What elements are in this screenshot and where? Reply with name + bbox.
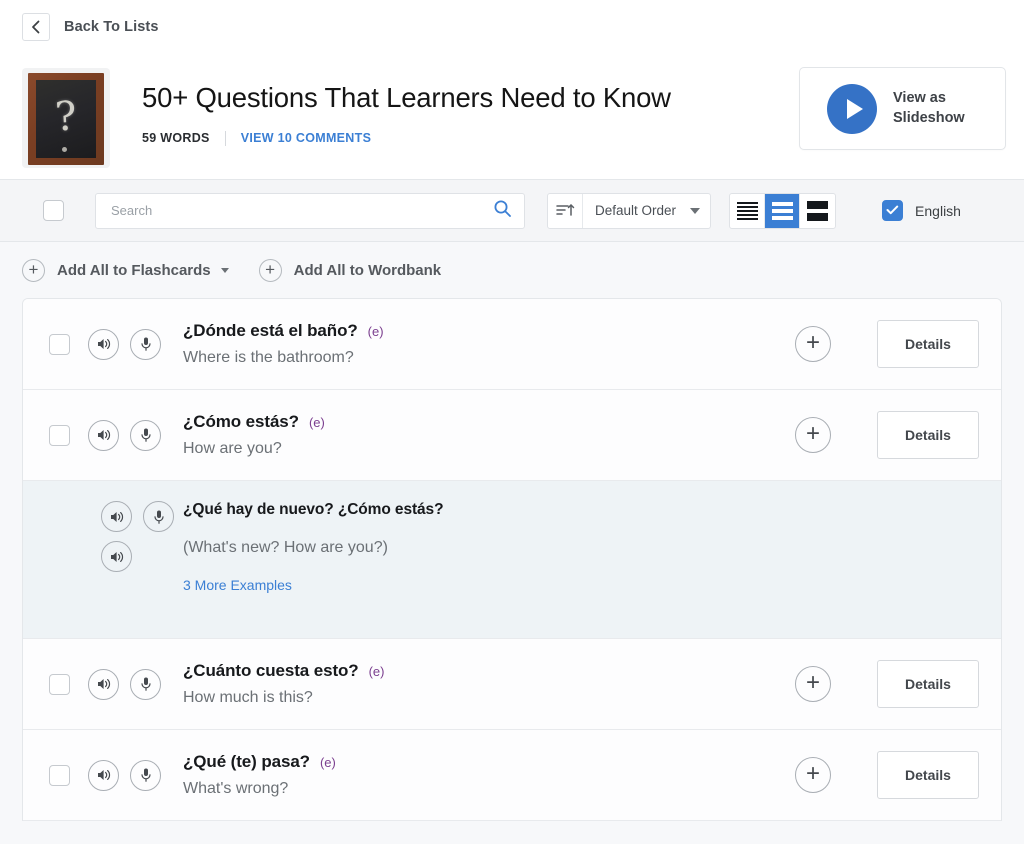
- translation-text: How much is this?: [183, 689, 313, 706]
- details-button[interactable]: Details: [877, 751, 979, 799]
- microphone-icon[interactable]: [130, 759, 161, 791]
- chevron-left-icon: [31, 20, 41, 34]
- term-tag: (e): [319, 755, 336, 770]
- term-tag: (e): [367, 324, 384, 339]
- term-text: ¿Cómo estás?: [183, 412, 299, 431]
- row-select-checkbox[interactable]: [49, 333, 70, 355]
- vocabulary-list: ¿Dónde está el baño? (e) Where is the ba…: [22, 298, 1002, 821]
- term-tag: (e): [368, 664, 385, 679]
- add-to-flashcards-button[interactable]: [795, 757, 831, 793]
- details-button[interactable]: Details: [877, 411, 979, 459]
- speaker-icon[interactable]: [88, 328, 119, 360]
- row-select-checkbox[interactable]: [49, 673, 70, 695]
- details-button[interactable]: Details: [877, 660, 979, 708]
- list-thumbnail: ?: [22, 68, 110, 168]
- list-meta: 59 WORDS VIEW 10 COMMENTS: [142, 130, 671, 146]
- plus-icon: [22, 258, 45, 282]
- english-toggle[interactable]: English: [882, 200, 961, 221]
- add-to-flashcards-button[interactable]: [795, 326, 831, 362]
- chevron-down-icon[interactable]: [220, 267, 229, 273]
- sort-order-dropdown[interactable]: Default Order: [547, 192, 712, 229]
- table-row[interactable]: ¿Cómo estás? (e) How are you? Details: [23, 390, 1001, 481]
- microphone-icon[interactable]: [130, 328, 161, 360]
- microphone-icon[interactable]: [143, 501, 174, 532]
- term-text: ¿Qué hay de nuevo? ¿Cómo estás?: [183, 501, 444, 518]
- list-header: ? 50+ Questions That Learners Need to Kn…: [0, 54, 1024, 180]
- row-select-checkbox[interactable]: [49, 424, 70, 446]
- search-icon[interactable]: [493, 199, 512, 223]
- compact-rows-icon: [736, 201, 758, 220]
- row-select-checkbox[interactable]: [49, 764, 70, 786]
- speaker-icon[interactable]: [88, 759, 119, 791]
- slideshow-label: View as Slideshow: [893, 89, 965, 128]
- translation-text: How are you?: [183, 440, 282, 457]
- translation-text: What's wrong?: [183, 780, 289, 797]
- search-field[interactable]: [95, 192, 525, 229]
- term-tag: (e): [308, 415, 325, 430]
- view-comments-link[interactable]: VIEW 10 COMMENTS: [241, 131, 372, 145]
- table-row[interactable]: ¿Dónde está el baño? (e) Where is the ba…: [23, 299, 1001, 390]
- medium-rows-icon: [771, 201, 793, 220]
- english-checkbox[interactable]: [882, 200, 904, 221]
- back-bar: Back To Lists: [0, 0, 1024, 54]
- speaker-icon[interactable]: [101, 501, 132, 532]
- view-mode-compact-button[interactable]: [730, 193, 766, 228]
- view-mode-large-button[interactable]: [800, 194, 835, 228]
- more-examples-link[interactable]: 3 More Examples: [183, 577, 292, 593]
- check-icon: [886, 202, 899, 220]
- microphone-icon[interactable]: [130, 668, 161, 700]
- term-text: ¿Dónde está el baño?: [183, 321, 358, 340]
- plus-icon: [258, 258, 282, 282]
- view-mode-medium-button[interactable]: [765, 193, 801, 228]
- table-row-expanded[interactable]: ¿Qué hay de nuevo? ¿Cómo estás? (What's …: [23, 481, 1001, 639]
- slideshow-label-line1: View as: [893, 89, 946, 106]
- table-row[interactable]: ¿Cuánto cuesta esto? (e) How much is thi…: [23, 639, 1001, 730]
- bulk-actions-bar: Add All to Flashcards Add All to Wordban…: [0, 242, 1024, 298]
- table-row[interactable]: ¿Qué (te) pasa? (e) What's wrong? Detail…: [23, 730, 1001, 821]
- add-all-to-flashcards-button[interactable]: Add All to Flashcards: [22, 258, 229, 282]
- english-label: English: [915, 202, 961, 219]
- view-density-toggle-group: [729, 192, 837, 229]
- speaker-icon-translation[interactable]: [101, 541, 132, 572]
- select-all-checkbox[interactable]: [43, 200, 64, 221]
- add-all-to-wordbank-label: Add All to Wordbank: [293, 261, 442, 279]
- list-toolbar: Default Order Engl: [0, 180, 1024, 242]
- details-button[interactable]: Details: [877, 320, 979, 368]
- term-text: ¿Cuánto cuesta esto?: [183, 661, 359, 680]
- speaker-icon[interactable]: [88, 668, 119, 700]
- word-count: 59 WORDS: [142, 131, 210, 146]
- translation-text: Where is the bathroom?: [183, 349, 354, 366]
- back-button[interactable]: [22, 13, 50, 41]
- term-text: ¿Qué (te) pasa?: [183, 752, 310, 771]
- page-title: 50+ Questions That Learners Need to Know: [142, 82, 671, 113]
- add-to-flashcards-button[interactable]: [795, 666, 831, 702]
- play-icon: [827, 83, 877, 134]
- translation-text: (What's new? How are you?): [183, 539, 388, 556]
- add-to-flashcards-button[interactable]: [795, 417, 831, 453]
- back-to-lists-label[interactable]: Back To Lists: [64, 19, 159, 35]
- add-all-to-wordbank-button[interactable]: Add All to Wordbank: [258, 258, 442, 282]
- view-as-slideshow-button[interactable]: View as Slideshow: [799, 67, 1006, 150]
- search-input[interactable]: [111, 203, 493, 218]
- sort-icon: [548, 193, 583, 228]
- large-rows-icon: [807, 200, 829, 221]
- speaker-icon[interactable]: [88, 419, 119, 451]
- meta-divider: [224, 130, 226, 146]
- sort-order-label: Default Order: [595, 203, 677, 218]
- microphone-icon[interactable]: [130, 419, 161, 451]
- add-all-to-flashcards-label: Add All to Flashcards: [57, 261, 211, 279]
- slideshow-label-line2: Slideshow: [893, 109, 965, 126]
- chevron-down-icon: [690, 207, 701, 214]
